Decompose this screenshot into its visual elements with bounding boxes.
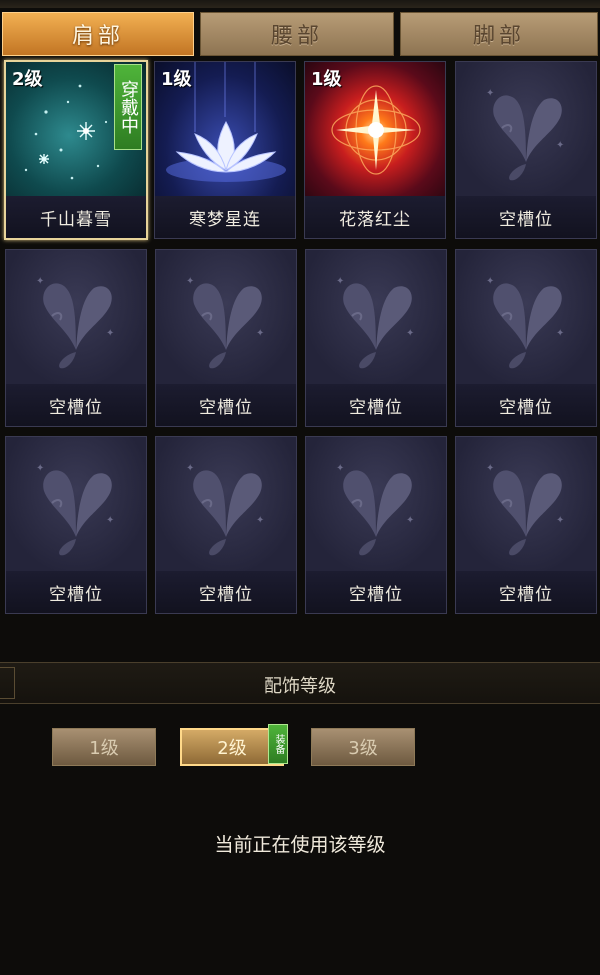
svg-text:✦: ✦ — [336, 463, 344, 474]
tab-shoulder[interactable]: 肩部 — [2, 12, 194, 56]
tab-feet[interactable]: 脚部 — [400, 12, 598, 56]
slot-name: 空槽位 — [456, 196, 596, 238]
slot-category-tabs: 肩部 腰部 脚部 — [0, 12, 600, 58]
level-label: 2级 — [12, 69, 43, 90]
svg-text:✦: ✦ — [36, 276, 44, 287]
top-frame-edge — [0, 0, 600, 8]
empty-slot-art: ✦ ✦ — [306, 437, 446, 571]
svg-text:✦: ✦ — [556, 140, 564, 151]
slot-name: 空槽位 — [156, 571, 296, 613]
svg-text:✦: ✦ — [556, 515, 564, 526]
empty-slot[interactable]: ✦ ✦ 空槽位 — [155, 436, 297, 614]
svg-text:✦: ✦ — [486, 88, 494, 99]
accessory-slot-qianshanmuxue[interactable]: 2级 穿戴中 千山暮雪 — [4, 60, 148, 240]
wearing-badge: 穿戴中 — [114, 64, 142, 150]
slot-name: 空槽位 — [456, 384, 596, 426]
svg-text:✦: ✦ — [486, 463, 494, 474]
slot-name: 千山暮雪 — [6, 196, 146, 238]
svg-text:✦: ✦ — [406, 515, 414, 526]
level-label: 1级 — [311, 69, 342, 90]
butterfly-placeholder-icon: ✦✦ — [486, 463, 564, 556]
accessory-slot-hualuohongchen[interactable]: 1级 花落红尘 — [304, 61, 446, 239]
butterfly-placeholder-icon: ✦✦ — [336, 463, 414, 556]
butterfly-placeholder-icon: ✦✦ — [186, 276, 264, 369]
level-1-button[interactable]: 1级 — [52, 728, 156, 766]
empty-slot[interactable]: ✦ ✦ 空槽位 — [5, 436, 147, 614]
slot-name: 空槽位 — [6, 571, 146, 613]
svg-text:✦: ✦ — [36, 463, 44, 474]
svg-text:✦: ✦ — [336, 276, 344, 287]
slot-name: 空槽位 — [6, 384, 146, 426]
slot-name: 空槽位 — [456, 571, 596, 613]
empty-slot[interactable]: ✦ ✦ 空槽位 — [305, 249, 447, 427]
empty-slot-art: ✦ ✦ — [456, 62, 596, 196]
empty-slot-art: ✦ ✦ — [306, 250, 446, 384]
slot-name: 寒梦星连 — [155, 196, 295, 238]
empty-slot[interactable]: ✦ ✦ 空槽位 — [305, 436, 447, 614]
equipped-badge-text: 装备 — [273, 734, 284, 754]
empty-slot-art: ✦ ✦ — [6, 250, 146, 384]
empty-slot-art: ✦ ✦ — [156, 437, 296, 571]
empty-slot-art: ✦ ✦ — [456, 250, 596, 384]
butterfly-placeholder-icon: ✦✦ — [486, 276, 564, 369]
empty-slot-art: ✦ ✦ — [456, 437, 596, 571]
butterfly-placeholder-icon: ✦✦ — [36, 276, 114, 369]
svg-text:✦: ✦ — [256, 328, 264, 339]
svg-text:✦: ✦ — [106, 328, 114, 339]
tab-waist[interactable]: 腰部 — [200, 12, 394, 56]
slot-name: 空槽位 — [156, 384, 296, 426]
empty-slot-art: ✦ ✦ — [156, 250, 296, 384]
svg-text:✦: ✦ — [186, 463, 194, 474]
slot-name: 空槽位 — [306, 571, 446, 613]
accessory-slot-hanmengxinglian[interactable]: 1级 寒梦星连 — [154, 61, 296, 239]
svg-text:✦: ✦ — [486, 276, 494, 287]
butterfly-placeholder-icon: ✦✦ — [336, 276, 414, 369]
equipped-badge: 装备 — [268, 724, 288, 764]
empty-slot[interactable]: ✦ ✦ 空槽位 — [455, 436, 597, 614]
svg-text:✦: ✦ — [256, 515, 264, 526]
svg-text:✦: ✦ — [106, 515, 114, 526]
empty-slot[interactable]: ✦ ✦ 空槽位 — [455, 61, 597, 239]
svg-text:✦: ✦ — [186, 276, 194, 287]
level-label: 1级 — [161, 69, 192, 90]
empty-slot[interactable]: ✦ ✦ 空槽位 — [5, 249, 147, 427]
slot-name: 花落红尘 — [305, 196, 445, 238]
butterfly-placeholder-icon: ✦✦ — [36, 463, 114, 556]
svg-text:✦: ✦ — [556, 328, 564, 339]
level-3-button[interactable]: 3级 — [311, 728, 415, 766]
svg-text:✦: ✦ — [406, 328, 414, 339]
slot-name: 空槽位 — [306, 384, 446, 426]
butterfly-placeholder-icon: ✦✦ — [186, 463, 264, 556]
accessory-level-title: 配饰等级 — [264, 676, 336, 697]
empty-slot-art: ✦ ✦ — [6, 437, 146, 571]
level-status-text: 当前正在使用该等级 — [214, 834, 386, 856]
empty-slot[interactable]: ✦ ✦ 空槽位 — [455, 249, 597, 427]
empty-slot[interactable]: ✦ ✦ 空槽位 — [155, 249, 297, 427]
butterfly-placeholder-icon: ✦✦ — [486, 88, 564, 181]
